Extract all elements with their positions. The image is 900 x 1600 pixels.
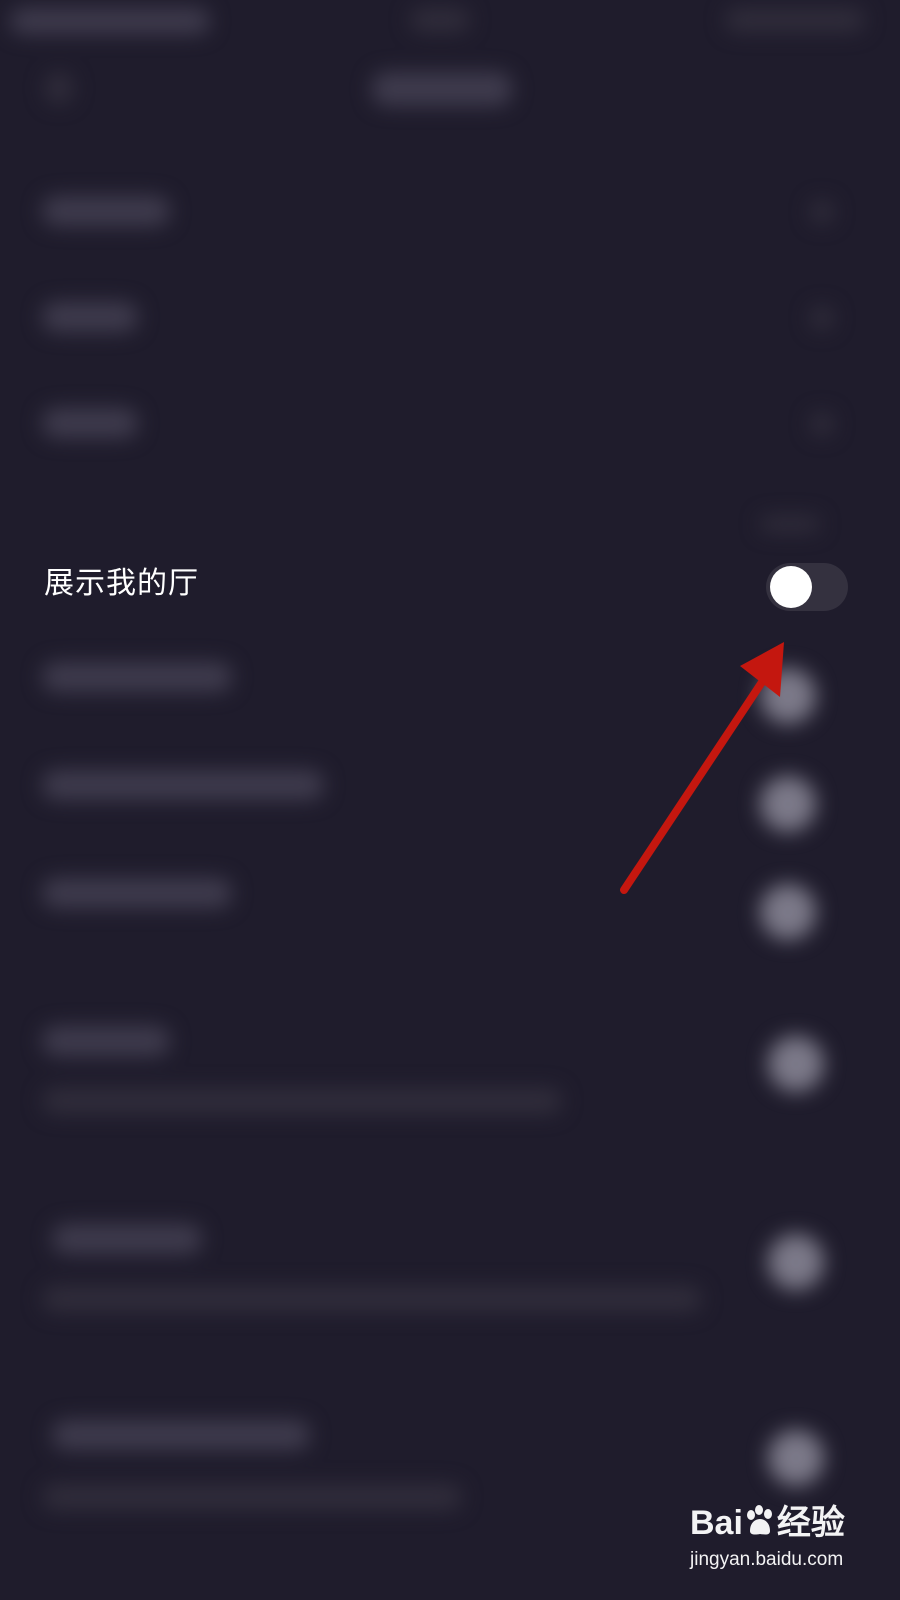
blurred-setting-row-2 — [42, 302, 138, 332]
blurred-setting-row-7 — [42, 1026, 170, 1056]
blurred-toggle-knob-5 — [760, 776, 816, 832]
blurred-status-left — [10, 8, 210, 34]
blurred-chevron-2 — [810, 306, 834, 330]
blurred-background-content — [0, 0, 900, 1600]
red-arrow-shaft — [620, 663, 776, 894]
watermark-brand-left: Bai — [690, 1504, 743, 1542]
blurred-toggle-knob-4 — [760, 668, 816, 724]
blurred-back-icon — [45, 72, 73, 104]
blurred-setting-row-5 — [42, 770, 324, 800]
watermark-url: jingyan.baidu.com — [690, 1549, 844, 1570]
blurred-setting-row-3 — [42, 408, 138, 438]
show-my-hall-toggle-knob[interactable] — [770, 566, 812, 608]
show-my-hall-setting-row: 展示我的厅 — [0, 548, 900, 622]
blurred-chevron-1 — [810, 200, 834, 224]
red-arrow-annotation-icon — [620, 642, 784, 894]
blurred-setting-row-6 — [42, 878, 232, 908]
blurred-toggle-knob-6 — [760, 884, 816, 940]
blurred-description-8 — [42, 1286, 702, 1312]
blurred-section-divider — [760, 516, 820, 532]
watermark-brand-right: 经验 — [776, 1504, 845, 1542]
blurred-status-center — [410, 8, 470, 32]
baidu-jingyan-watermark: Bai 经验 jingyan.baidu.com — [690, 1500, 880, 1580]
red-arrow-head — [740, 642, 784, 697]
blurred-setting-row-9 — [52, 1420, 310, 1450]
blurred-page-title — [372, 72, 512, 106]
blurred-toggle-knob-7 — [768, 1036, 824, 1092]
baidu-paw-icon — [746, 1505, 772, 1535]
blurred-status-right — [725, 8, 865, 32]
show-my-hall-toggle[interactable] — [766, 563, 848, 611]
blurred-setting-row-8 — [52, 1224, 202, 1254]
blurred-chevron-3 — [810, 412, 834, 436]
blurred-toggle-knob-9 — [768, 1430, 824, 1486]
baidu-jingyan-logo: Bai 经验 — [690, 1500, 880, 1546]
blurred-setting-row-1 — [42, 196, 170, 226]
blurred-description-9 — [42, 1484, 462, 1510]
blurred-toggle-knob-8 — [768, 1234, 824, 1290]
blurred-description-7 — [42, 1088, 562, 1114]
show-my-hall-label: 展示我的厅 — [44, 566, 199, 601]
blurred-setting-row-4 — [42, 662, 232, 692]
